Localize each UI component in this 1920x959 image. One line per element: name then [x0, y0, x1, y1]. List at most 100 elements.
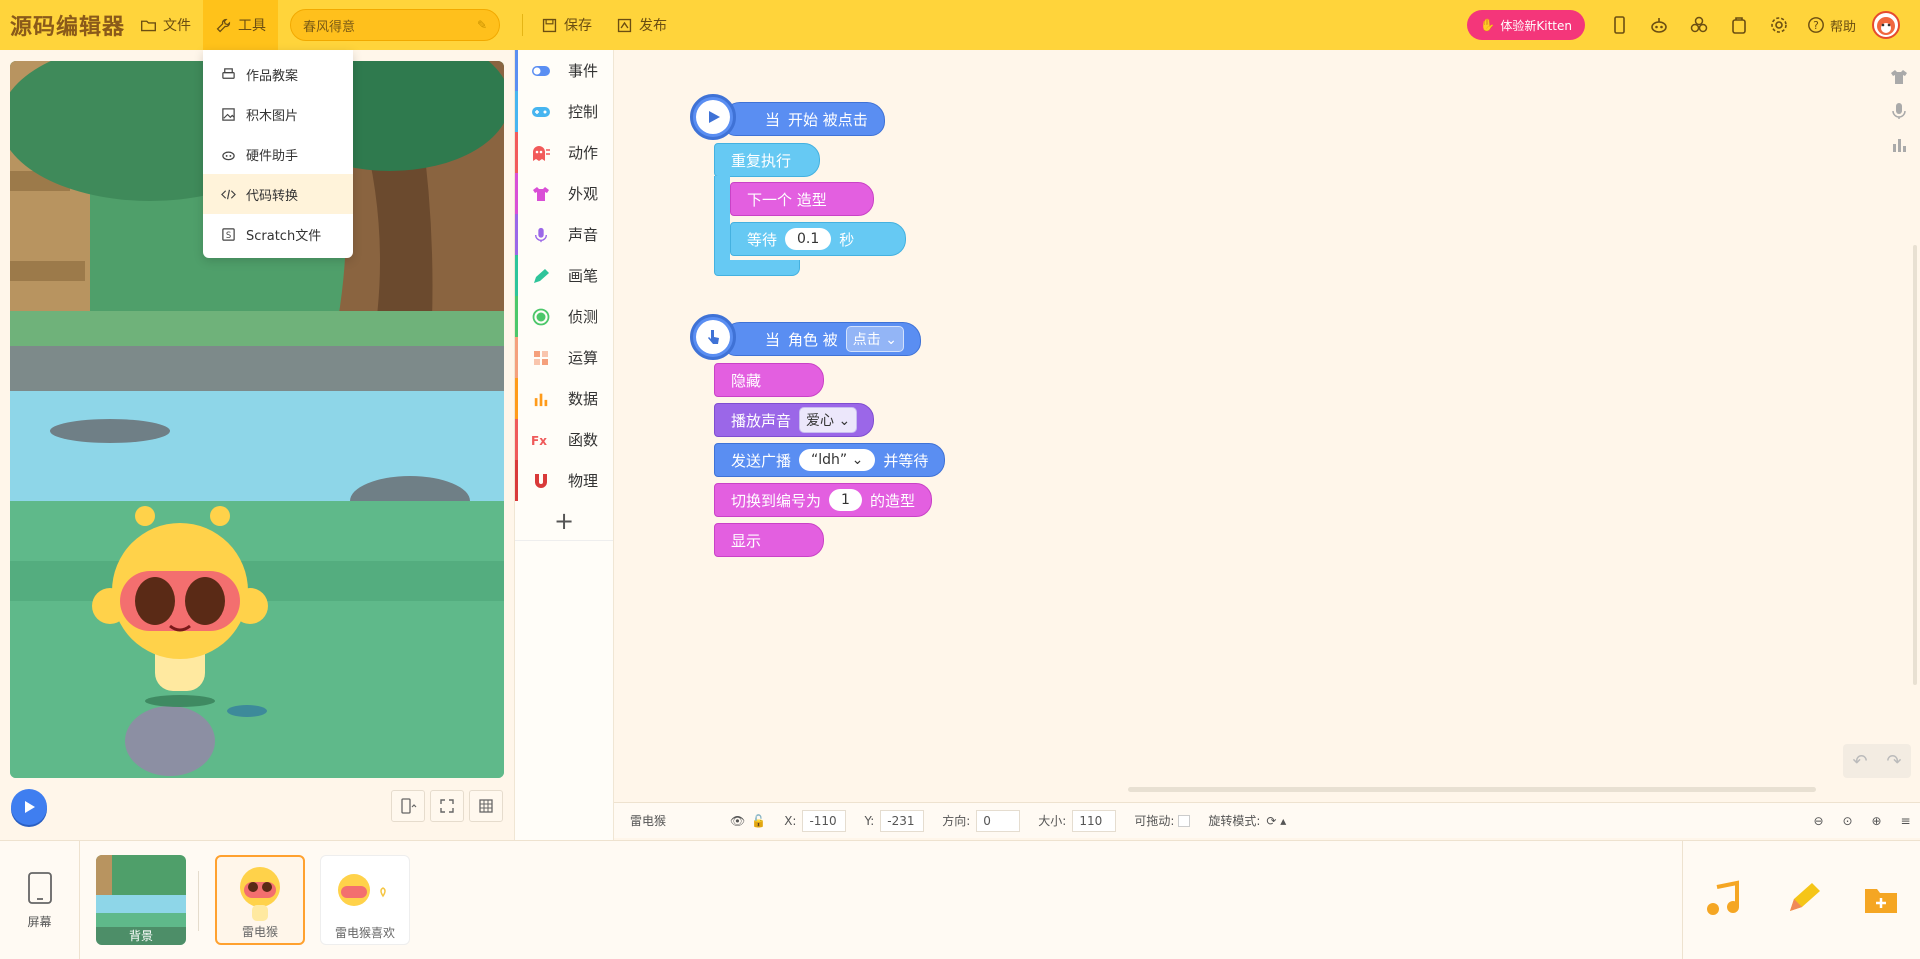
screen-button[interactable]: 屏幕 [0, 841, 80, 959]
stage-device-toggle[interactable] [391, 790, 425, 822]
next-costume-label: 下一个 造型 [747, 190, 827, 209]
costume-number-input[interactable]: 1 [829, 489, 862, 511]
sprite-thumbnail[interactable]: 雷电猴喜欢 [320, 855, 410, 945]
eye-icon[interactable]: 👁 [730, 814, 745, 828]
help-button[interactable]: ? 帮助 [1807, 16, 1856, 35]
costume-panel-button[interactable] [1884, 60, 1914, 94]
zoom-reset-icon[interactable]: ⊙ [1833, 814, 1862, 828]
show-block[interactable]: 显示 [714, 523, 824, 557]
svg-text:Fx: Fx [531, 434, 547, 447]
publish-button[interactable]: 发布 [604, 0, 679, 50]
grid-icon [479, 799, 493, 813]
data-panel-button[interactable] [1884, 128, 1914, 162]
share-button[interactable] [1679, 0, 1719, 50]
repeat-forever-block[interactable]: 重复执行 [714, 143, 820, 177]
add-extension-button[interactable]: + [515, 501, 613, 541]
horizontal-scrollbar[interactable] [1128, 787, 1816, 792]
printer-icon [222, 67, 235, 79]
category-gamepad[interactable]: 控制 [515, 91, 613, 132]
wrench-icon [216, 18, 231, 32]
folder-add-icon[interactable] [1861, 879, 1901, 923]
edit-pen-icon: ✎ [476, 18, 487, 32]
category-pen[interactable]: 画笔 [515, 255, 613, 296]
try-kitten-label: 体验新Kitten [1500, 18, 1572, 33]
menu-item-hardware-helper[interactable]: 硬件助手 [203, 134, 353, 174]
play-sound-block[interactable]: 播放声音 爱心 ⌄ [714, 403, 875, 437]
grid-toggle-button[interactable] [469, 790, 503, 822]
category-toggle[interactable]: 事件 [515, 50, 613, 91]
category-shirt[interactable]: 外观 [515, 173, 613, 214]
y-value: -231 [887, 813, 915, 828]
category-function[interactable]: Fx 函数 [515, 419, 613, 460]
category-ghost[interactable]: 动作 [515, 132, 613, 173]
music-note-icon[interactable] [1703, 879, 1743, 923]
hand-icon: ✋ [1480, 18, 1496, 32]
menu-item-block-image[interactable]: 积木图片 [203, 94, 353, 134]
direction-input[interactable]: 0 [976, 809, 1021, 832]
wait-seconds-input[interactable]: 0.1 [785, 228, 832, 250]
hat-text: 角色 被 [788, 330, 838, 349]
code-icon [221, 189, 236, 199]
file-menu-button[interactable]: 文件 [128, 0, 203, 50]
category-calc[interactable]: 运算 [515, 337, 613, 378]
y-input[interactable]: -231 [880, 809, 925, 832]
menu-item-label: 代码转换 [246, 188, 299, 204]
backpack-button[interactable] [1719, 0, 1759, 50]
x-input[interactable]: -110 [802, 809, 847, 832]
pencil-icon[interactable] [1782, 879, 1822, 923]
when-sprite-clicked-block[interactable]: 当 角色 被 点击 ⌄ [722, 322, 921, 356]
fullscreen-button[interactable] [430, 790, 464, 822]
publish-label: 发布 [639, 18, 667, 34]
category-bar-chart[interactable]: 数据 [515, 378, 613, 419]
zoom-out-icon[interactable]: ⊖ [1804, 814, 1833, 828]
phone-icon [1614, 16, 1625, 34]
next-costume-block[interactable]: 下一个 造型 [730, 182, 874, 216]
menu-item-scratch-file[interactable]: S Scratch文件 [203, 214, 353, 254]
settings-button[interactable] [1759, 0, 1799, 50]
menu-icon[interactable]: ≡ [1891, 814, 1920, 828]
magnet-icon [530, 472, 552, 490]
hardware-button[interactable] [1639, 0, 1679, 50]
undo-icon[interactable]: ↶ [1852, 751, 1867, 772]
rotation-mode-dropdown[interactable]: ⟳ ▴ [1266, 814, 1286, 828]
sprite-label: 雷电猴喜欢 [334, 926, 395, 940]
sprite-name-input[interactable]: 雷电猴 [624, 810, 734, 832]
svg-text:S: S [226, 229, 231, 239]
category-magnet[interactable]: 物理 [515, 460, 613, 501]
sound-dropdown[interactable]: 爱心 ⌄ [799, 407, 858, 433]
background-thumbnail[interactable]: 背景 [96, 855, 186, 945]
project-name-input[interactable]: 春风得意 ✎ [290, 9, 500, 41]
save-button[interactable]: 保存 [529, 0, 604, 50]
sound-panel-button[interactable] [1884, 94, 1914, 128]
wait-block[interactable]: 等待 0.1 秒 [730, 222, 906, 256]
try-kitten-button[interactable]: ✋ 体验新Kitten [1467, 10, 1585, 40]
tray-divider [198, 871, 199, 931]
menu-item-lesson-plan[interactable]: 作品教案 [203, 54, 353, 94]
switch-costume-block[interactable]: 切换到编号为 1 的造型 [714, 483, 932, 517]
category-target[interactable]: 侦测 [515, 296, 613, 337]
script-workspace[interactable]: 当 开始 被点击 重复执行 下一个 造型 等待 0.1 秒 当 角色 被 点击 … [614, 50, 1920, 796]
trigger-value: 点击 [852, 332, 881, 348]
scratch-file-icon: S [222, 227, 235, 241]
shirt-icon [530, 185, 552, 203]
sprite-thumbnail-selected[interactable]: 雷电猴 [215, 855, 305, 945]
size-input[interactable]: 110 [1072, 809, 1117, 832]
trigger-dropdown[interactable]: 点击 ⌄ [845, 326, 904, 352]
hide-block[interactable]: 隐藏 [714, 363, 824, 397]
vertical-scrollbar[interactable] [1913, 245, 1917, 685]
device-button[interactable] [1599, 0, 1639, 50]
lock-icon[interactable]: 🔓 [751, 814, 766, 828]
pen-icon [530, 267, 552, 285]
screen-label: 屏幕 [27, 915, 52, 929]
redo-icon[interactable]: ↷ [1886, 751, 1901, 772]
broadcast-and-wait-block[interactable]: 发送广播 “ldh” ⌄ 并等待 [714, 443, 946, 477]
category-mic[interactable]: 声音 [515, 214, 613, 255]
user-avatar[interactable] [1872, 11, 1900, 39]
zoom-in-icon[interactable]: ⊕ [1862, 814, 1891, 828]
broadcast-message-dropdown[interactable]: “ldh” ⌄ [799, 449, 876, 471]
menu-item-code-convert[interactable]: 代码转换 [203, 174, 353, 214]
tools-menu-button[interactable]: 工具 [203, 0, 278, 50]
when-start-clicked-block[interactable]: 当 开始 被点击 [722, 102, 885, 136]
run-button[interactable] [11, 789, 47, 825]
draggable-checkbox[interactable] [1178, 814, 1191, 827]
